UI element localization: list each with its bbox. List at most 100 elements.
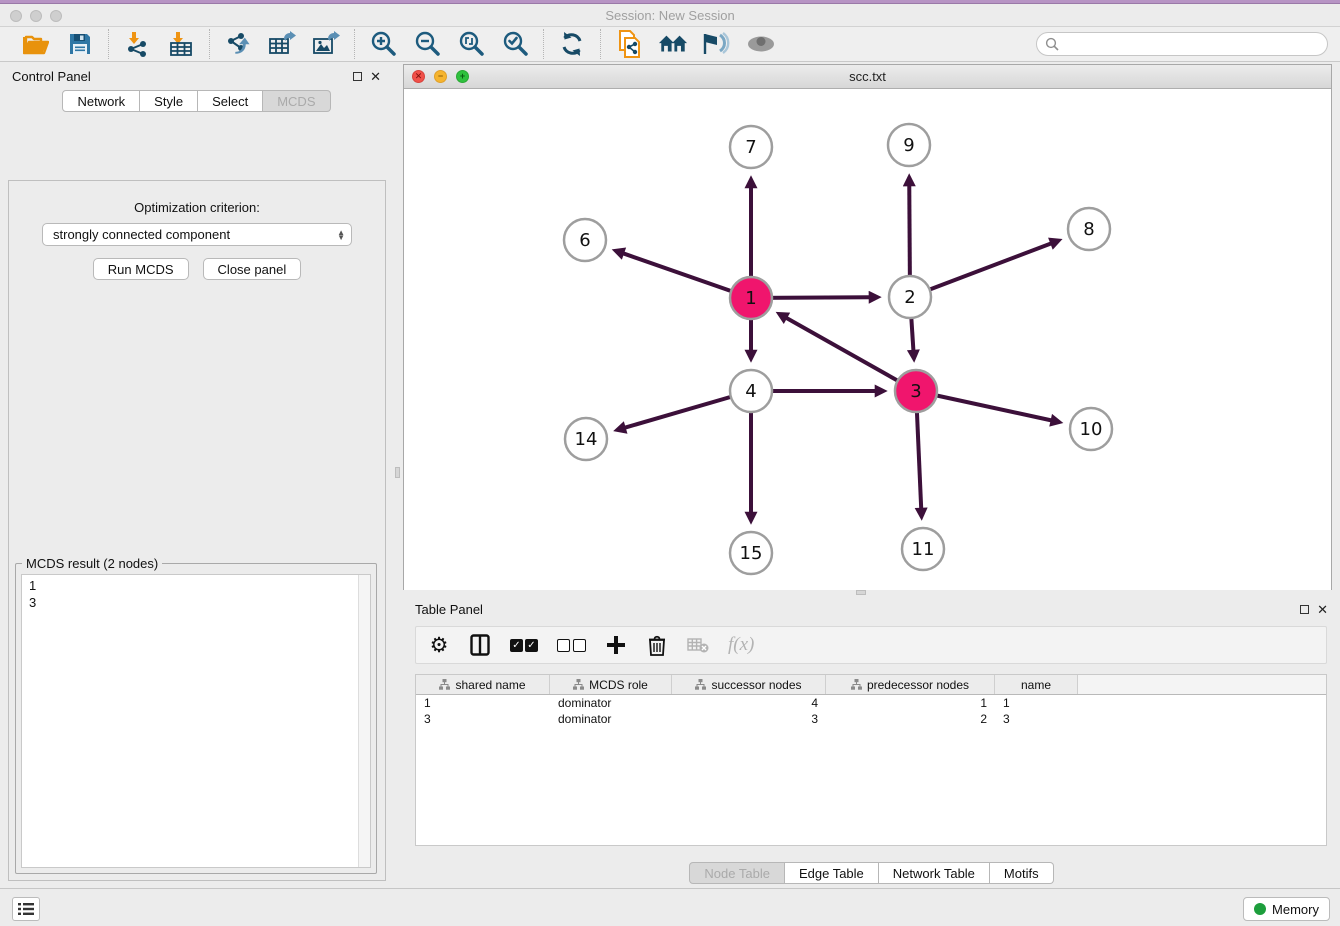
search-field[interactable] (1036, 32, 1328, 56)
edge-2-8[interactable] (910, 243, 1052, 297)
graph-node-14[interactable]: 14 (565, 418, 607, 460)
table-cell[interactable]: dominator (550, 712, 672, 726)
graph-node-4[interactable]: 4 (730, 370, 772, 412)
graph-node-11[interactable]: 11 (902, 528, 944, 570)
mcds-panel: Optimization criterion: strongly connect… (8, 180, 386, 881)
minimize-network-button[interactable]: − (434, 70, 447, 83)
graph-node-9[interactable]: 9 (888, 124, 930, 166)
table-cell[interactable]: 1 (995, 696, 1078, 710)
graph-node-3[interactable]: 3 (895, 370, 937, 412)
table-cell[interactable]: 1 (416, 696, 550, 710)
tab-motifs[interactable]: Motifs (990, 862, 1054, 884)
table-settings-icon[interactable]: ⚙ (428, 633, 450, 657)
table-cell[interactable]: 4 (672, 696, 826, 710)
edge-3-1[interactable] (786, 318, 916, 391)
network-canvas[interactable]: 7 9 6 8 1 2 4 3 14 10 15 11 (404, 89, 1331, 590)
main-toolbar (0, 27, 1340, 62)
table-cell[interactable]: dominator (550, 696, 672, 710)
table-cell[interactable]: 3 (672, 712, 826, 726)
table-panel: Table Panel ✕ ⚙ ✓✓ f(x) shared nameMCDS … (403, 596, 1340, 888)
splitter-handle[interactable] (395, 467, 400, 478)
svg-text:9: 9 (903, 135, 914, 156)
control-panel-title: Control Panel (12, 69, 91, 84)
close-panel-button[interactable]: Close panel (203, 258, 302, 280)
split-columns-icon[interactable] (469, 633, 491, 657)
tab-mcds[interactable]: MCDS (263, 90, 330, 112)
table-cell[interactable]: 2 (826, 712, 995, 726)
delete-column-icon[interactable] (646, 633, 668, 657)
duplicate-network-icon[interactable] (614, 29, 644, 59)
splitter-handle[interactable] (856, 590, 866, 595)
tab-network[interactable]: Network (62, 90, 140, 112)
refresh-layout-icon[interactable] (557, 29, 587, 59)
import-table-icon[interactable] (166, 29, 196, 59)
zoom-selected-icon[interactable] (500, 29, 530, 59)
export-network-icon[interactable] (223, 29, 253, 59)
attribute-type-icon (695, 679, 706, 690)
graph-node-8[interactable]: 8 (1068, 208, 1110, 250)
mcds-result-list[interactable]: 1 3 (22, 575, 358, 867)
graph-node-7[interactable]: 7 (730, 126, 772, 168)
save-session-icon[interactable] (65, 29, 95, 59)
import-network-icon[interactable] (122, 29, 152, 59)
graph-node-1[interactable]: 1 (730, 277, 772, 319)
close-network-button[interactable]: ✕ (412, 70, 425, 83)
vertical-splitter[interactable] (393, 62, 403, 888)
maximize-network-button[interactable]: + (456, 70, 469, 83)
deselect-all-columns-icon[interactable] (557, 633, 586, 657)
show-hide-eye-icon[interactable] (746, 29, 776, 59)
table-cell[interactable]: 3 (995, 712, 1078, 726)
tab-node-table[interactable]: Node Table (689, 862, 785, 884)
graph-node-15[interactable]: 15 (730, 532, 772, 574)
zoom-out-icon[interactable] (412, 29, 442, 59)
open-file-icon[interactable] (21, 29, 51, 59)
svg-text:4: 4 (745, 381, 756, 402)
tab-style[interactable]: Style (140, 90, 198, 112)
tab-edge-table[interactable]: Edge Table (785, 862, 879, 884)
close-table-panel-icon[interactable]: ✕ (1317, 603, 1328, 616)
add-column-icon[interactable] (605, 633, 627, 657)
control-panel: Control Panel ✕ NetworkStyleSelectMCDS O… (0, 62, 393, 888)
table-panel-title: Table Panel (415, 602, 483, 617)
graph-node-6[interactable]: 6 (564, 219, 606, 261)
run-mcds-button[interactable]: Run MCDS (93, 258, 189, 280)
column-header-name[interactable]: name (995, 675, 1078, 694)
column-header-successor-nodes[interactable]: successor nodes (672, 675, 826, 694)
table-cell[interactable]: 1 (826, 696, 995, 710)
zoom-fit-icon[interactable] (456, 29, 486, 59)
task-history-button[interactable] (12, 897, 40, 921)
table-toolbar: ⚙ ✓✓ f(x) (415, 626, 1327, 664)
tab-select[interactable]: Select (198, 90, 263, 112)
svg-text:8: 8 (1083, 219, 1094, 240)
optimization-criterion-select[interactable]: strongly connected component ▲▼ (42, 223, 352, 246)
graph-node-10[interactable]: 10 (1070, 408, 1112, 450)
mcds-result-groupbox: MCDS result (2 nodes) 1 3 (15, 563, 377, 874)
search-input[interactable] (1059, 37, 1327, 52)
network-window-titlebar[interactable]: ✕ − + scc.txt (404, 65, 1331, 89)
table-row[interactable]: 3dominator323 (416, 711, 1326, 727)
home-network-icon[interactable] (658, 29, 688, 59)
export-image-icon[interactable] (311, 29, 341, 59)
memory-status-icon (1254, 903, 1266, 915)
column-header-predecessor-nodes[interactable]: predecessor nodes (826, 675, 995, 694)
table-row[interactable]: 1dominator411 (416, 695, 1326, 711)
select-all-columns-icon[interactable]: ✓✓ (510, 633, 538, 657)
result-scrollbar[interactable] (358, 575, 370, 867)
graphics-details-icon[interactable] (702, 29, 732, 59)
column-header-shared-name[interactable]: shared name (416, 675, 550, 694)
mcds-result-title: MCDS result (2 nodes) (22, 556, 162, 571)
zoom-in-icon[interactable] (368, 29, 398, 59)
float-panel-icon[interactable] (353, 72, 362, 81)
memory-label: Memory (1272, 902, 1319, 917)
close-panel-icon[interactable]: ✕ (370, 70, 381, 83)
table-cell[interactable]: 3 (416, 712, 550, 726)
list-icon (18, 902, 34, 916)
memory-button[interactable]: Memory (1243, 897, 1330, 921)
tab-network-table[interactable]: Network Table (879, 862, 990, 884)
float-table-panel-icon[interactable] (1300, 605, 1309, 614)
graph-node-2[interactable]: 2 (889, 276, 931, 318)
network-graph[interactable]: 7 9 6 8 1 2 4 3 14 10 15 11 (404, 89, 1331, 590)
column-header-MCDS-role[interactable]: MCDS role (550, 675, 672, 694)
export-table-icon[interactable] (267, 29, 297, 59)
table-tabbar: Node TableEdge TableNetwork TableMotifs (403, 862, 1340, 884)
